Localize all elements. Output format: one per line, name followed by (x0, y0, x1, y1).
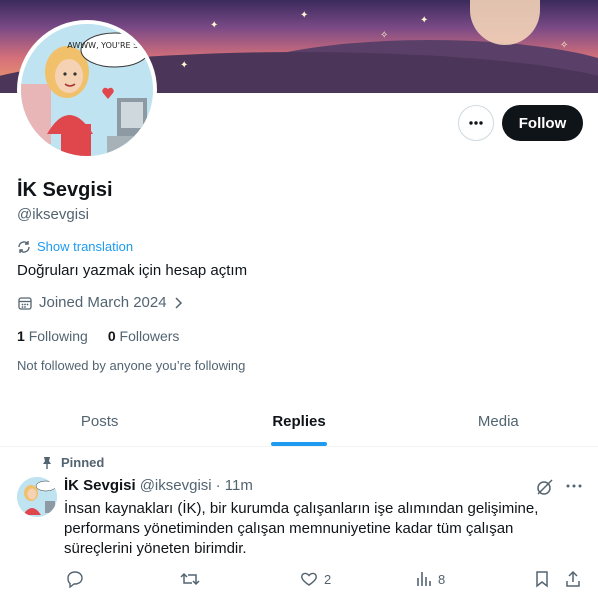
following-label: Following (28, 328, 88, 344)
post-header: İK Sevgisi @iksevgisi · 11m (64, 477, 253, 494)
post-timestamp[interactable]: · 11m (216, 477, 253, 494)
banner-star: ✦ (300, 10, 309, 21)
avatar-illustration: AWWW, YOU'RE SWEET. (21, 24, 153, 156)
pin-icon (43, 456, 51, 469)
banner-star: ✧ (380, 30, 389, 41)
show-translation-link[interactable]: Show translation (17, 239, 133, 254)
post-author-name[interactable]: İK Sevgisi (64, 477, 136, 494)
like-button[interactable]: 2 (300, 570, 331, 588)
views-count: 8 (438, 571, 446, 587)
followers-label: Followers (119, 328, 180, 344)
bookmark-icon (536, 571, 548, 588)
repost-button[interactable] (180, 570, 200, 588)
following-link[interactable]: 1 Following (17, 328, 88, 344)
joined-label: Joined March 2024 (39, 294, 167, 311)
post-avatar[interactable] (17, 477, 57, 517)
follow-button[interactable]: Follow (502, 105, 583, 141)
banner-star: ✧ (560, 40, 569, 51)
like-count: 2 (324, 571, 332, 587)
following-count: 1 (17, 328, 25, 344)
banner-star: ✦ (420, 15, 429, 26)
translate-icon (18, 240, 30, 253)
post-actions: 2 8 (64, 570, 584, 590)
calendar-icon (18, 296, 32, 310)
pinned-indicator: Pinned (41, 455, 104, 470)
more-dots-icon (469, 121, 483, 125)
pinned-label: Pinned (61, 455, 105, 470)
tab-posts[interactable]: Posts (0, 396, 199, 446)
heart-icon (301, 572, 317, 586)
profile-avatar[interactable]: AWWW, YOU'RE SWEET. (17, 20, 157, 160)
views-icon (417, 572, 431, 586)
profile-handle: @iksevgisi (17, 206, 89, 223)
more-dots-icon[interactable] (565, 476, 583, 496)
grok-icon[interactable] (536, 478, 554, 496)
repost-icon (180, 572, 200, 586)
share-icon (566, 570, 580, 587)
followers-count: 0 (107, 328, 116, 344)
profile-bio: Doğruları yazmak için hesap açtım (17, 262, 248, 279)
reply-icon (67, 571, 83, 588)
follow-stats: 1 Following 0 Followers (17, 328, 179, 344)
followers-link[interactable]: 0 Followers (108, 328, 180, 344)
joined-date[interactable]: Joined March 2024 (17, 294, 185, 311)
share-button[interactable] (564, 570, 582, 588)
avatar-illustration (17, 477, 57, 517)
bookmark-button[interactable] (534, 570, 550, 588)
not-followed-note: Not followed by anyone you’re following (17, 358, 246, 373)
views-button[interactable]: 8 (416, 570, 445, 588)
tab-replies[interactable]: Replies (199, 396, 398, 446)
reply-button[interactable] (66, 570, 84, 588)
post-author-handle[interactable]: @iksevgisi (140, 477, 212, 494)
banner-shape (470, 0, 540, 45)
post-text: İnsan kaynakları (İK), bir kurumda çalış… (64, 500, 539, 557)
profile-tabs: Posts Replies Media (0, 396, 598, 447)
banner-star: ✦ (210, 20, 219, 31)
more-options-button[interactable] (458, 105, 494, 141)
banner-star: ✦ (180, 60, 189, 71)
profile-name: İK Sevgisi (17, 179, 113, 201)
show-translation-label: Show translation (37, 239, 134, 254)
chevron-right-icon (175, 296, 182, 309)
tab-media[interactable]: Media (399, 396, 598, 446)
